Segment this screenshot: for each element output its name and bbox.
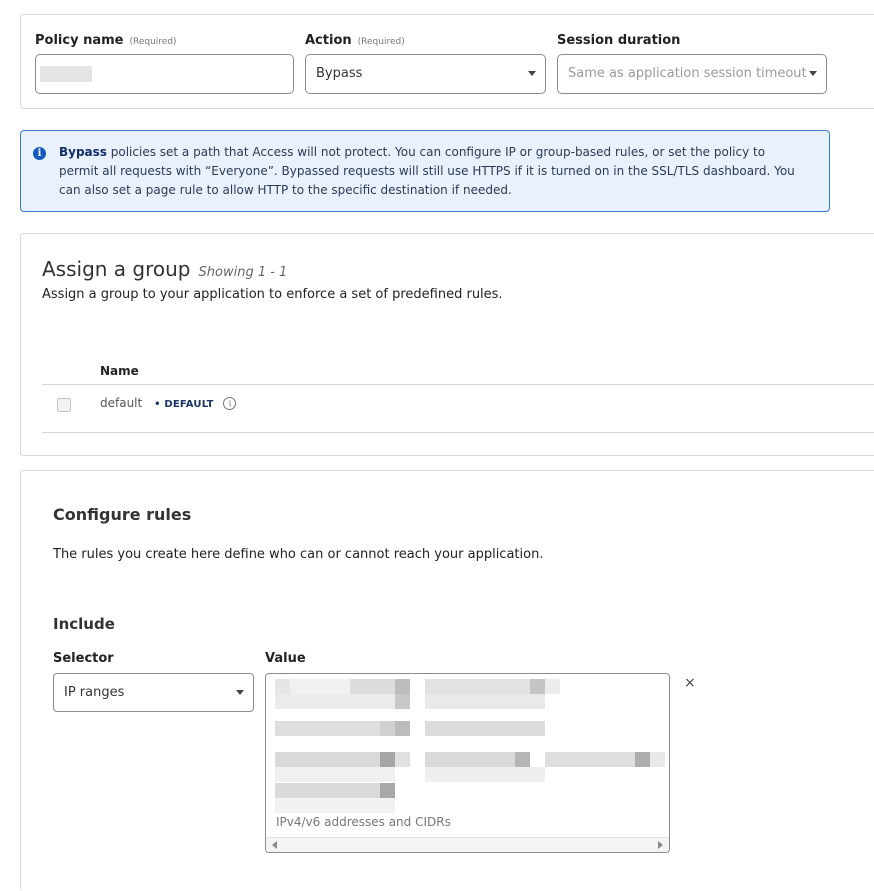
value-textarea[interactable]: IPv4/v6 addresses and CIDRs — [265, 673, 670, 853]
action-label: Action (Required) — [305, 33, 405, 48]
policy-name-label: Policy name (Required) — [35, 33, 177, 48]
chevron-down-icon — [236, 690, 244, 695]
showing-count: Showing 1 - 1 — [198, 265, 288, 280]
configure-rules-description: The rules you create here define who can… — [53, 547, 544, 562]
assign-group-title: Assign a group Showing 1 - 1 — [42, 257, 288, 281]
table-bottom-divider — [42, 432, 874, 433]
value-placeholder: IPv4/v6 addresses and CIDRs — [276, 815, 451, 829]
action-select-value: Bypass — [316, 66, 363, 81]
group-name-cell: default • DEFAULT i — [100, 396, 237, 410]
bypass-info-text: Bypass policies set a path that Access w… — [59, 145, 795, 197]
row-select-checkbox[interactable] — [57, 398, 71, 412]
scroll-left-icon[interactable] — [272, 841, 277, 849]
selector-label: Selector — [53, 651, 114, 666]
selector-select[interactable]: IP ranges — [53, 673, 254, 712]
table-header-divider — [42, 384, 874, 385]
action-select[interactable]: Bypass — [305, 54, 546, 94]
bypass-info-notice: i Bypass policies set a path that Access… — [20, 130, 830, 212]
selector-select-value: IP ranges — [64, 685, 125, 700]
session-duration-label: Session duration — [557, 33, 681, 48]
include-title: Include — [53, 615, 115, 633]
chevron-down-icon — [809, 71, 817, 76]
policy-name-input[interactable] — [35, 54, 294, 94]
chevron-down-icon — [528, 71, 536, 76]
redacted-policy-name — [40, 66, 92, 82]
column-header-name: Name — [100, 364, 139, 378]
session-duration-placeholder: Same as application session timeout — [568, 66, 807, 81]
group-name: default — [100, 396, 143, 410]
session-duration-select[interactable]: Same as application session timeout — [557, 54, 827, 94]
close-icon[interactable]: × — [684, 675, 696, 691]
default-badge: • DEFAULT — [154, 399, 214, 410]
value-label: Value — [265, 651, 306, 666]
horizontal-scrollbar[interactable] — [266, 837, 669, 852]
scroll-right-icon[interactable] — [658, 841, 663, 849]
info-icon[interactable]: i — [223, 397, 237, 410]
configure-rules-title: Configure rules — [53, 505, 192, 524]
assign-group-description: Assign a group to your application to en… — [42, 287, 503, 302]
info-circle-icon: i — [33, 147, 46, 160]
